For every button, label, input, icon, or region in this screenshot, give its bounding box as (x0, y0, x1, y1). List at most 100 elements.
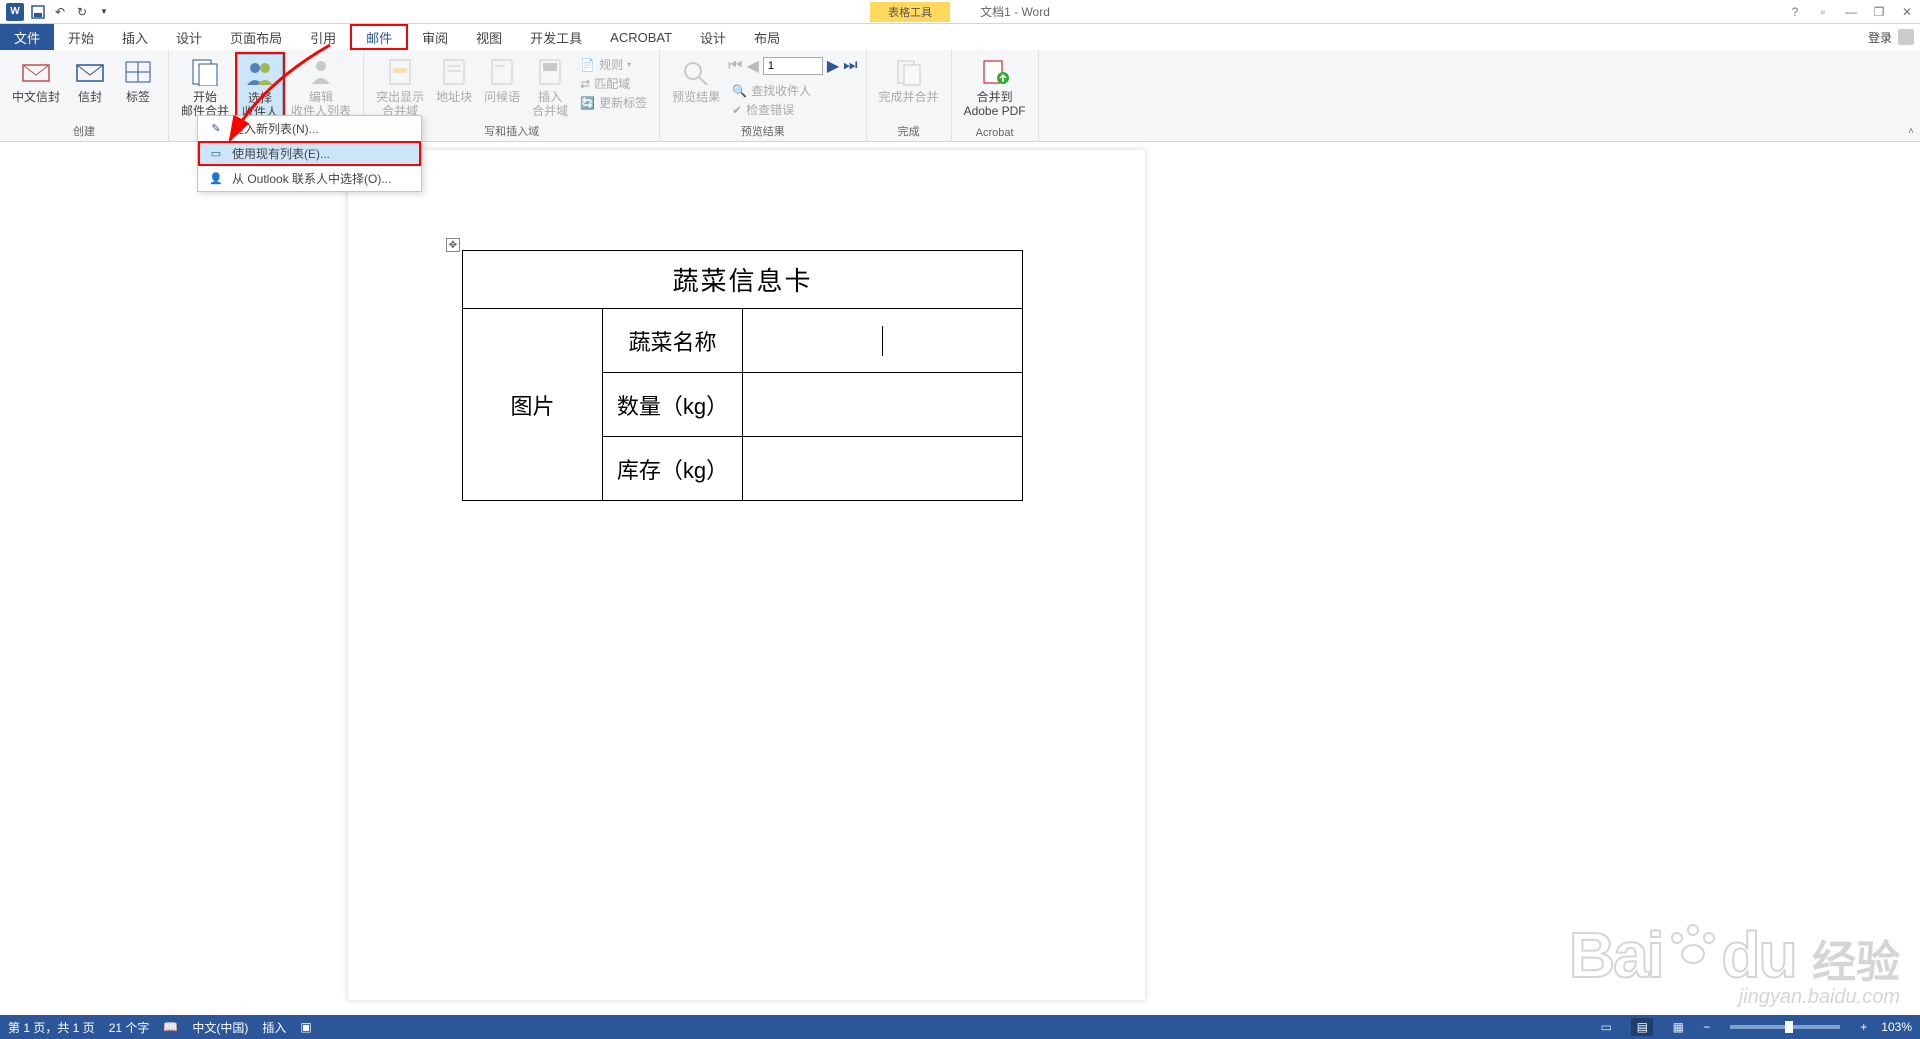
finish-merge-button[interactable]: 完成并合并 (875, 54, 943, 106)
update-labels-icon: 🔄 (580, 96, 595, 110)
highlight-fields-button[interactable]: 突出显示 合并域 (372, 54, 428, 121)
start-mail-merge-icon (189, 56, 221, 88)
tab-review[interactable]: 审阅 (408, 24, 462, 50)
labels-button[interactable]: 标签 (116, 54, 160, 106)
zoom-level[interactable]: 103% (1881, 1020, 1912, 1034)
menu-use-existing-list[interactable]: ▭ 使用现有列表(E)... (198, 141, 421, 166)
cn-envelope-icon (20, 56, 52, 88)
address-block-button[interactable]: 地址块 (432, 54, 476, 121)
menu-type-new-list[interactable]: ✎ 键入新列表(N)... (198, 116, 421, 141)
menu-type-new-list-label: 键入新列表(N)... (232, 120, 319, 137)
find-recipient-button[interactable]: 🔍查找收件人 (732, 82, 853, 99)
collapse-ribbon-button[interactable]: ˄ (1908, 126, 1914, 137)
insert-merge-field-button[interactable]: 插入 合并域 (528, 54, 572, 121)
tab-mailings[interactable]: 邮件 (350, 24, 408, 50)
avatar-icon (1898, 29, 1914, 45)
save-icon[interactable] (30, 4, 46, 20)
update-labels-button[interactable]: 🔄 更新标签 (580, 94, 647, 111)
table-tools-context-label: 表格工具 (870, 2, 950, 22)
update-labels-label: 更新标签 (599, 94, 647, 111)
minimize-button[interactable]: — (1842, 5, 1860, 19)
greeting-line-button[interactable]: 问候语 (480, 54, 524, 121)
tab-design[interactable]: 设计 (162, 24, 216, 50)
tab-table-layout[interactable]: 布局 (740, 24, 794, 50)
check-errors-button[interactable]: ✔检查错误 (732, 101, 853, 118)
status-page[interactable]: 第 1 页，共 1 页 (8, 1019, 95, 1036)
edit-recipient-list-button[interactable]: 编辑 收件人列表 (287, 54, 355, 123)
status-proofing-icon[interactable]: 📖 (163, 1020, 178, 1034)
view-web-layout[interactable]: ▦ (1667, 1018, 1689, 1036)
status-language[interactable]: 中文(中国) (192, 1019, 248, 1036)
rules-button[interactable]: 📄规则▾ (580, 56, 647, 73)
tab-home[interactable]: 开始 (54, 24, 108, 50)
cell-qty-label[interactable]: 数量（kg） (603, 373, 743, 437)
select-recipients-dropdown: ✎ 键入新列表(N)... ▭ 使用现有列表(E)... 👤 从 Outlook… (197, 115, 422, 192)
cell-title[interactable]: 蔬菜信息卡 (463, 251, 1023, 309)
title-center: 表格工具 文档1 - Word (870, 2, 1050, 22)
group-preview: 预览结果 ⏮ ◀ ▶ ⏭ 🔍查找收件人 ✔检查错误 预览结果 (660, 50, 866, 141)
cell-name-value[interactable] (743, 309, 1023, 373)
word-app-icon: W (6, 3, 24, 21)
ribbon-display-options[interactable]: ▫ (1814, 5, 1832, 19)
match-fields-button[interactable]: ⇄匹配域 (580, 75, 647, 92)
merge-to-pdf-button[interactable]: 合并到 Adobe PDF (960, 54, 1030, 121)
group-preview-label: 预览结果 (660, 123, 865, 139)
tab-acrobat[interactable]: ACROBAT (596, 24, 686, 50)
help-button[interactable]: ? (1786, 5, 1804, 19)
next-record-icon[interactable]: ▶ (827, 56, 839, 76)
zoom-slider[interactable] (1730, 1025, 1840, 1029)
cell-stock-label[interactable]: 库存（kg） (603, 437, 743, 501)
cell-qty-value[interactable] (743, 373, 1023, 437)
tab-references[interactable]: 引用 (296, 24, 350, 50)
menu-from-outlook[interactable]: 👤 从 Outlook 联系人中选择(O)... (198, 166, 421, 191)
tab-file[interactable]: 文件 (0, 24, 54, 50)
cn-envelope-button[interactable]: 中文信封 (8, 54, 64, 106)
restore-button[interactable]: ❐ (1870, 5, 1888, 19)
view-read-mode[interactable]: ▭ (1595, 1018, 1617, 1036)
preview-results-label: 预览结果 (672, 90, 720, 104)
merge-to-pdf-icon (979, 56, 1011, 88)
find-recipient-label: 查找收件人 (751, 82, 811, 99)
start-mail-merge-button[interactable]: 开始 邮件合并 (177, 54, 233, 123)
cn-envelope-label: 中文信封 (12, 90, 60, 104)
login-area[interactable]: 登录 (1868, 24, 1914, 50)
zoom-out-button[interactable]: − (1703, 1020, 1710, 1034)
table-move-handle[interactable]: ✥ (446, 238, 460, 252)
first-record-icon[interactable]: ⏮ (728, 57, 742, 75)
address-block-icon (438, 56, 470, 88)
prev-record-icon[interactable]: ◀ (747, 56, 759, 76)
zoom-slider-thumb[interactable] (1785, 1021, 1793, 1033)
zoom-in-button[interactable]: + (1860, 1020, 1867, 1034)
close-button[interactable]: ✕ (1898, 5, 1916, 19)
tab-insert[interactable]: 插入 (108, 24, 162, 50)
select-recipients-icon (244, 57, 276, 89)
tab-developer[interactable]: 开发工具 (516, 24, 596, 50)
document-table[interactable]: 蔬菜信息卡 图片 蔬菜名称 数量（kg） 库存（kg） (462, 250, 1023, 501)
select-recipients-button[interactable]: 选择 收件人 (237, 54, 283, 123)
status-insert-mode[interactable]: 插入 (262, 1019, 286, 1036)
cell-image[interactable]: 图片 (463, 309, 603, 501)
last-record-icon[interactable]: ⏭ (843, 57, 857, 75)
tab-view[interactable]: 视图 (462, 24, 516, 50)
tab-table-design[interactable]: 设计 (686, 24, 740, 50)
cell-name-label[interactable]: 蔬菜名称 (603, 309, 743, 373)
undo-icon[interactable]: ↶ (52, 4, 68, 20)
status-word-count[interactable]: 21 个字 (109, 1019, 150, 1036)
tab-page-layout[interactable]: 页面布局 (216, 24, 296, 50)
group-finish-label: 完成 (867, 123, 951, 139)
status-macro-icon[interactable]: ▣ (300, 1020, 311, 1034)
redo-icon[interactable]: ↻ (74, 4, 90, 20)
preview-results-button[interactable]: 预览结果 (668, 54, 724, 120)
record-number-input[interactable] (763, 57, 823, 75)
view-print-layout[interactable]: ▤ (1631, 1018, 1653, 1036)
group-acrobat: 合并到 Adobe PDF Acrobat (952, 50, 1039, 141)
document-title: 文档1 - Word (980, 3, 1050, 20)
group-acrobat-label: Acrobat (952, 127, 1038, 139)
greeting-line-icon (486, 56, 518, 88)
cell-stock-value[interactable] (743, 437, 1023, 501)
envelope-button[interactable]: 信封 (68, 54, 112, 106)
type-new-list-icon: ✎ (208, 121, 224, 137)
match-fields-label: 匹配域 (594, 75, 630, 92)
qat-dropdown-icon[interactable]: ▼ (96, 4, 112, 20)
finish-merge-label: 完成并合并 (879, 90, 939, 104)
